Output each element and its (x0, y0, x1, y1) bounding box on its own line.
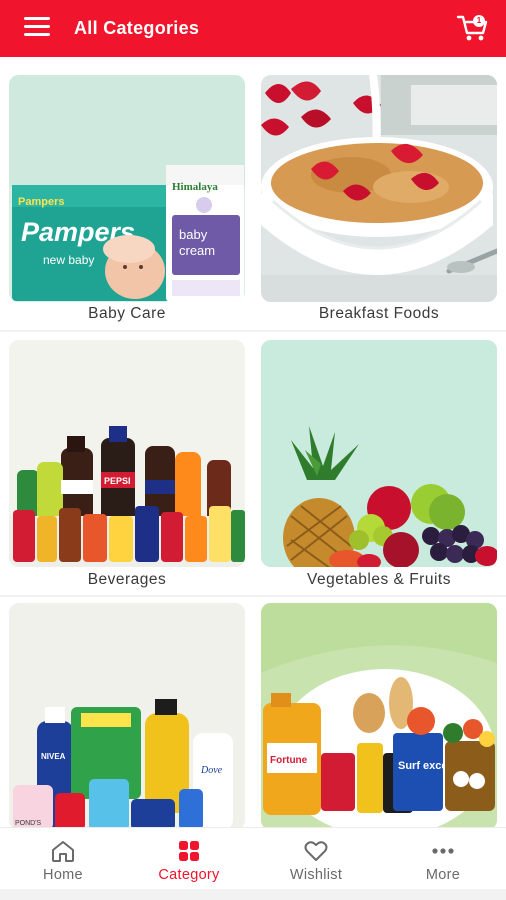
category-image-breakfast-foods (261, 75, 497, 302)
svg-text:POND'S: POND'S (15, 820, 42, 827)
nav-category[interactable]: Category (126, 828, 252, 890)
category-tile-breakfast-foods[interactable]: Breakfast Foods (261, 75, 497, 333)
nav-wishlist[interactable]: Wishlist (253, 828, 379, 890)
svg-text:Dove: Dove (200, 765, 223, 776)
nav-wishlist-label: Wishlist (289, 867, 343, 883)
category-tile-personal-care[interactable]: NIVEA Dove POND'S (9, 603, 245, 827)
category-list: Pampers Pampers new baby Himalaya baby c… (0, 57, 506, 827)
more-dots-icon (432, 848, 454, 854)
app-bar: All Categories 1 (0, 0, 506, 57)
category-label: Beverages (87, 571, 167, 588)
category-image-beverages: PEPSI (9, 340, 245, 567)
category-label: Vegetables & Fruits (307, 571, 451, 588)
cart-button[interactable]: 1 (456, 12, 492, 44)
svg-text:baby: baby (179, 227, 208, 242)
page-title: All Categories (74, 18, 200, 38)
category-image-baby-care: Pampers Pampers new baby Himalaya baby c… (9, 75, 245, 302)
heart-icon (304, 841, 328, 861)
category-image-grocery-staples: Fortune Surf excel (261, 603, 497, 827)
row-divider (0, 595, 506, 597)
nav-home[interactable]: Home (0, 828, 126, 890)
category-image-vegetables-fruits (261, 340, 497, 567)
svg-text:PEPSI: PEPSI (104, 476, 131, 486)
cart-count-badge: 1 (473, 15, 485, 27)
nav-more-label: More (425, 867, 461, 883)
nav-home-label: Home (43, 867, 83, 883)
svg-text:Pampers: Pampers (18, 196, 64, 208)
svg-text:cream: cream (179, 243, 215, 258)
svg-text:new baby: new baby (43, 253, 94, 267)
nav-more[interactable]: More (380, 828, 506, 890)
category-tile-baby-care[interactable]: Pampers Pampers new baby Himalaya baby c… (9, 75, 245, 333)
category-tile-vegetables-fruits[interactable]: Vegetables & Fruits (261, 340, 497, 598)
svg-text:NIVEA: NIVEA (41, 752, 66, 761)
system-bar (0, 889, 506, 900)
category-tile-beverages[interactable]: PEPSI Beverages (9, 340, 245, 598)
category-label: Breakfast Foods (318, 305, 440, 322)
menu-button[interactable] (24, 17, 50, 39)
nav-category-label: Category (158, 867, 220, 883)
category-image-personal-care: NIVEA Dove POND'S (9, 603, 245, 827)
svg-text:Fortune: Fortune (270, 755, 308, 766)
home-icon (52, 841, 74, 862)
row-divider (0, 330, 506, 332)
bottom-navigation: Home Category Wishlist More (0, 827, 506, 889)
grid-category-icon (179, 841, 199, 861)
svg-text:Himalaya: Himalaya (172, 181, 218, 193)
hamburger-menu-icon (24, 17, 50, 36)
category-tile-grocery-staples[interactable]: Fortune Surf excel (261, 603, 497, 827)
category-label: Baby Care (88, 305, 166, 322)
svg-text:Surf excel: Surf excel (398, 760, 451, 772)
